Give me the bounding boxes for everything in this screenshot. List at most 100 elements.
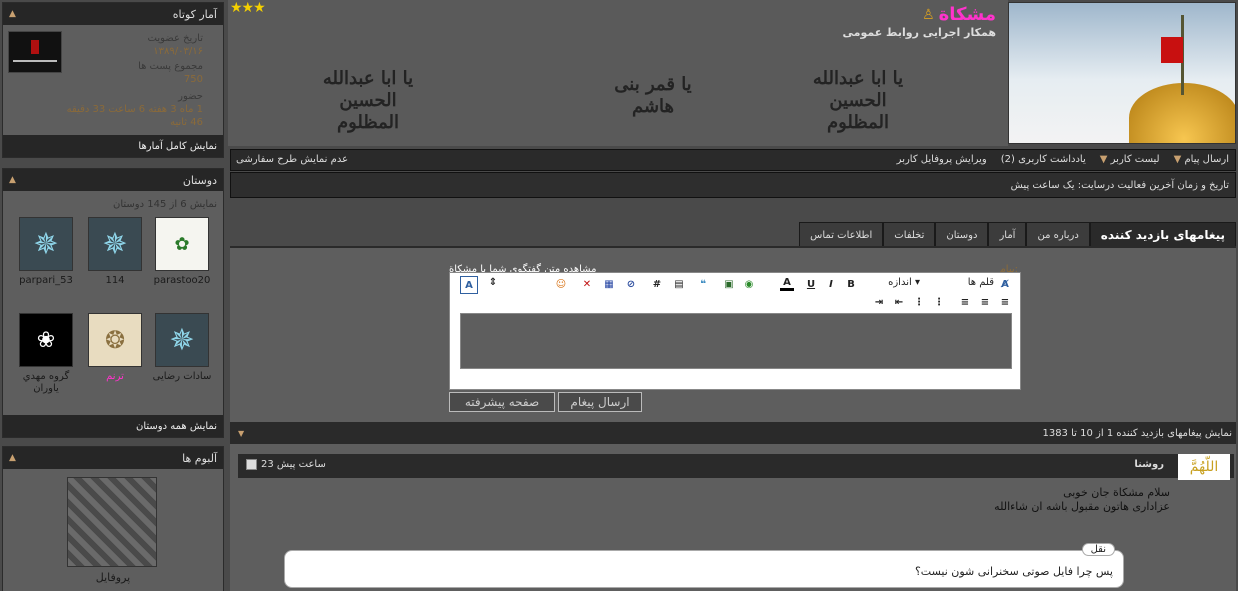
collapse-caret-icon[interactable]: ▼ (238, 429, 244, 438)
size-select[interactable]: اندازه ▾ (888, 277, 920, 288)
calligraphy-left: یا ابا عبدالله الحسین المظلوم (322, 68, 414, 133)
tab-infractions[interactable]: تخلفات (883, 222, 936, 247)
switch-editor-mode-icon[interactable]: A (460, 276, 478, 294)
send-message-button[interactable]: ارسال پیغام (558, 392, 642, 412)
friend-avatar[interactable]: ❂ (88, 313, 142, 367)
user-notes-link[interactable]: یادداشت کاربری (2) (1001, 154, 1086, 165)
quote-label: نقل (1081, 543, 1115, 556)
smilies-icon[interactable]: ☺ (554, 277, 568, 291)
indent-icon[interactable]: ⇥ (872, 295, 886, 309)
tab-friends[interactable]: دوستان (935, 222, 989, 247)
profile-actions-bar: ارسال پیام ▼ لیست کاربر ▼ یادداشت کاربری… (230, 149, 1236, 171)
join-value: ۱۳۸۹/۰۳/۱۶ (153, 46, 203, 57)
align-center-icon[interactable]: ≡ (978, 295, 992, 309)
text-color-icon[interactable]: A (780, 277, 794, 291)
presence-label: حضور (178, 91, 203, 102)
album-name[interactable]: پروفایل (3, 571, 223, 584)
friend-name[interactable]: گروه مهدي یاوران (13, 371, 79, 395)
album-cover[interactable] (67, 477, 157, 567)
send-message-label: ارسال پیام (1184, 154, 1229, 165)
username-row: مشکاة ♙ (922, 4, 996, 25)
friends-header[interactable]: دوستان ▲ (3, 169, 223, 191)
tab-visitor-messages[interactable]: پیغامهای بازدید کننده (1089, 222, 1236, 247)
friend-name[interactable]: parastoo20 (149, 275, 215, 287)
show-full-stats-link[interactable]: نمایش کامل آمارها (3, 135, 223, 157)
code-icon[interactable]: # (650, 277, 664, 291)
user-list-menu[interactable]: لیست کاربر ▼ (1100, 154, 1160, 165)
collapse-caret-icon[interactable]: ▲ (9, 9, 16, 19)
friend-avatar[interactable]: ✵ (19, 217, 73, 271)
show-all-friends-link[interactable]: نمایش همه دوستان (3, 415, 223, 437)
size-select-label: اندازه (888, 277, 912, 288)
message-author[interactable]: روشنا (1134, 459, 1164, 470)
online-user-icon: ♙ (922, 6, 935, 23)
remove-format-icon[interactable]: A̸ (998, 277, 1012, 291)
friend-item[interactable]: ✿ parastoo20 (149, 217, 215, 287)
profile-tabs: پیغامهای بازدید کننده درباره من آمار دوس… (799, 222, 1236, 247)
send-message-menu[interactable]: ارسال پیام ▼ (1174, 154, 1229, 165)
message-meta: 23 ساعت پیش (246, 459, 326, 470)
underline-icon[interactable]: U (804, 277, 818, 291)
hide-custom-theme-link[interactable]: عدم نمایش طرح سفارشی (236, 154, 348, 165)
tab-stats[interactable]: آمار (988, 222, 1027, 247)
align-right-icon[interactable]: ≡ (998, 295, 1012, 309)
rank-stars: ★★★ (230, 0, 266, 16)
friend-item[interactable]: ✵ سادات رضایی (149, 313, 215, 383)
insert-image-icon[interactable]: ▣ (722, 277, 736, 291)
edit-profile-link[interactable]: ویرایش پروفایل کاربر (897, 154, 987, 165)
friends-header-title: دوستان (182, 173, 217, 187)
presence-value: 1 ماه 3 هفته 6 ساعت 33 دقیقه (66, 104, 203, 115)
bold-icon[interactable]: B (844, 277, 858, 291)
align-left-icon[interactable]: ≡ (958, 295, 972, 309)
friend-avatar[interactable]: ❀ (19, 313, 73, 367)
friends-box: دوستان ▲ نمایش 6 از 145 دوستان ✿ parasto… (2, 168, 224, 438)
table-icon[interactable]: ▦ (602, 277, 616, 291)
tab-contact-info[interactable]: اطلاعات تماس (799, 222, 884, 247)
calligraphy-middle: یا قمر بنی هاشم (614, 74, 692, 117)
italic-icon[interactable]: I (824, 277, 838, 291)
friend-item[interactable]: ✵ 114 (82, 217, 148, 287)
friend-name[interactable]: ترنم (82, 371, 148, 383)
friend-name[interactable]: سادات رضایی (149, 371, 215, 383)
font-select-label: قلم ها (967, 277, 994, 288)
albums-header[interactable]: آلبوم ها ▲ (3, 447, 223, 469)
posts-value: 750 (183, 74, 203, 85)
message-time: 23 ساعت پیش (261, 459, 326, 470)
collapse-caret-icon[interactable]: ▲ (9, 453, 16, 463)
wrap-tags-icon[interactable]: ▤ (672, 277, 686, 291)
friend-item[interactable]: ❀ گروه مهدي یاوران (13, 313, 79, 395)
tab-about-me[interactable]: درباره من (1026, 222, 1090, 247)
last-activity-text: تاریخ و زمان آخرین فعالیت درسایت: یک ساع… (1010, 180, 1229, 191)
stats-box: آمار کوتاه ▲ تاریخ عضویت ۱۳۸۹/۰۳/۱۶ مجمو… (2, 2, 224, 158)
quote-icon[interactable]: ❝ (696, 277, 710, 291)
spoiler-icon[interactable]: ✕ (580, 277, 594, 291)
message-line-2: عزاداری هاتون مقبول باشه ان شاءالله (994, 500, 1170, 513)
friend-item[interactable]: ✵ parpari_53 (13, 217, 79, 287)
message-select-checkbox[interactable] (246, 459, 257, 470)
friend-item[interactable]: ❂ ترنم (82, 313, 148, 383)
friend-name[interactable]: 114 (82, 275, 148, 287)
unordered-list-icon[interactable]: ⋮ (912, 295, 926, 309)
friend-name[interactable]: parpari_53 (13, 275, 79, 287)
resize-icon[interactable]: ⇕ (486, 275, 500, 289)
ordered-list-icon[interactable]: ⋮ (932, 295, 946, 309)
advanced-mode-button[interactable]: صفحه پیشرفته (449, 392, 555, 412)
author-avatar[interactable]: اللّهُمَّ (1178, 454, 1230, 480)
friend-avatar[interactable]: ✿ (155, 217, 209, 271)
message-textarea[interactable] (460, 313, 1012, 369)
font-select[interactable]: قلم ها (968, 277, 994, 288)
media-icon[interactable]: ⊘ (624, 277, 638, 291)
join-label: تاریخ عضویت (147, 33, 203, 44)
friend-avatar[interactable]: ✵ (88, 217, 142, 271)
insert-link-icon[interactable]: ◉ (742, 277, 756, 291)
friend-avatar[interactable]: ✵ (155, 313, 209, 367)
stats-header[interactable]: آمار کوتاه ▲ (3, 3, 223, 25)
message-header: 23 ساعت پیش روشنا (238, 454, 1234, 478)
outdent-icon[interactable]: ⇤ (892, 295, 906, 309)
last-activity-bar: تاریخ و زمان آخرین فعالیت درسایت: یک ساع… (230, 172, 1236, 198)
avatar (8, 31, 62, 73)
presence-value-seconds: 46 ثانیه (170, 117, 203, 128)
collapse-caret-icon[interactable]: ▲ (9, 175, 16, 185)
dropdown-caret-icon: ▼ (1099, 154, 1108, 165)
header-photo (1008, 2, 1236, 144)
